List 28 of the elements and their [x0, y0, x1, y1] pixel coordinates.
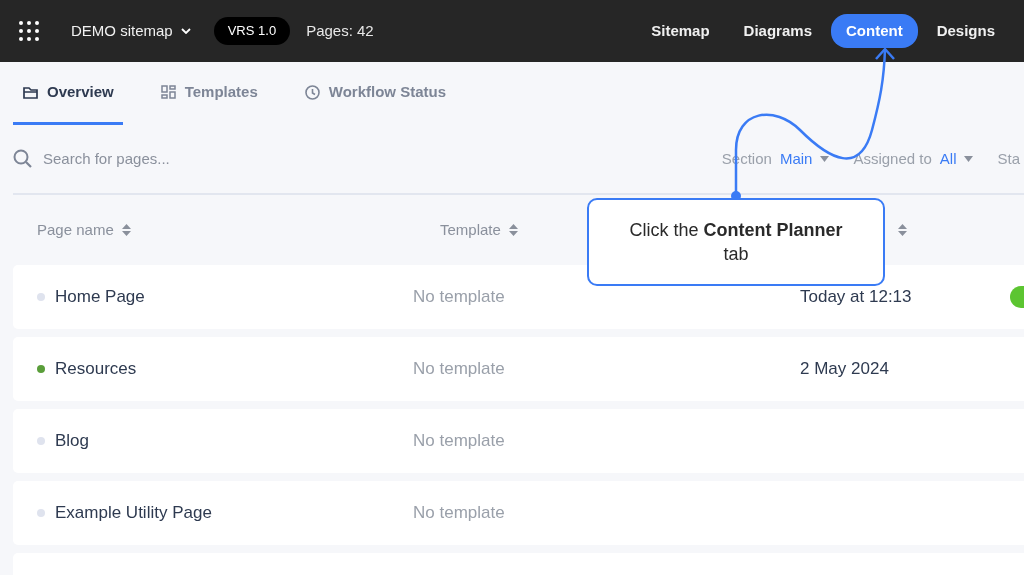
- filter-label: Sta: [997, 148, 1020, 169]
- nav-tab[interactable]: Designs: [921, 13, 1010, 49]
- table-row[interactable]: Example Utility Page No template: [13, 481, 1024, 545]
- date-cell: Today at 12:13: [800, 287, 912, 307]
- instruction-tooltip: Click the Content Planner tab: [587, 198, 885, 286]
- nav-tab[interactable]: Content: [831, 13, 918, 49]
- page-name: Example Utility Page: [55, 502, 212, 525]
- template-cell: No template: [413, 503, 505, 523]
- tab[interactable]: Overview: [13, 62, 123, 125]
- page-name: Blog: [55, 430, 90, 453]
- table-row[interactable]: Resources No template 2 May 2024: [13, 337, 1024, 401]
- search-field[interactable]: Search for pages...: [41, 146, 341, 172]
- version-badge: VRS 1.0: [213, 17, 291, 45]
- filter-dropdown[interactable]: All: [939, 147, 974, 171]
- filter-label: Assigned to: [853, 148, 932, 169]
- date-cell: 2 May 2024: [800, 359, 889, 379]
- template-cell: No template: [413, 431, 505, 451]
- page-name: Home Page: [55, 286, 145, 309]
- template-cell: No template: [413, 287, 505, 307]
- filter-dropdown[interactable]: Main: [779, 147, 830, 171]
- nav-tab[interactable]: Sitemap: [636, 13, 725, 49]
- table-row[interactable]: Blog No template: [13, 409, 1024, 473]
- nav-tab[interactable]: Diagrams: [728, 13, 827, 49]
- project-dropdown[interactable]: DEMO sitemap: [56, 13, 206, 49]
- page-name: Resources: [55, 358, 137, 381]
- template-cell: No template: [413, 359, 505, 379]
- table-row[interactable]: Home Page No template Today at 12:13: [13, 265, 1024, 329]
- pages-count: Pages: 42: [306, 20, 374, 41]
